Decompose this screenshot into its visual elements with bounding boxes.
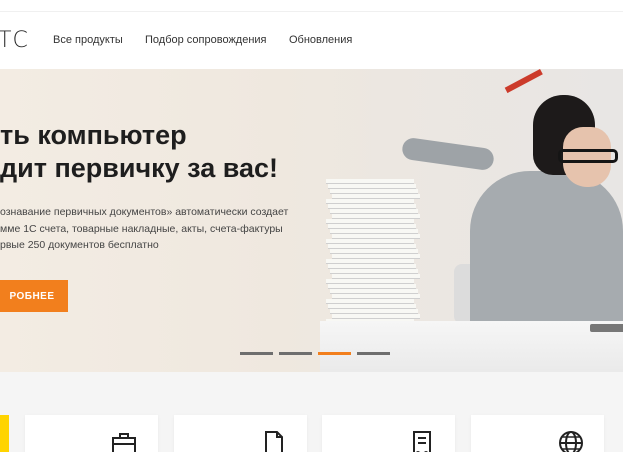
product-card-4[interactable] [471,415,604,452]
hero-banner: ть компьютер дит первичку за вас! ознава… [0,69,623,372]
site-header: ТС Все продукты Подбор сопровождения Обн… [0,12,623,69]
slider-dots [240,352,390,355]
yellow-tab[interactable] [0,415,9,452]
red-stripe [504,69,543,94]
learn-more-button[interactable]: РОБНЕЕ [0,280,68,312]
slider-dot-3[interactable] [318,352,351,355]
receipt-icon [408,429,436,452]
hero-image [320,69,623,372]
briefcase-icon [110,429,138,452]
nav-all-products[interactable]: Все продукты [53,34,123,46]
logo[interactable]: ТС [0,28,29,53]
nav-updates[interactable]: Обновления [289,34,352,46]
woman-arm [400,136,496,172]
top-strip [0,0,623,12]
document-icon [260,429,288,452]
glasses [558,149,618,163]
globe-icon [557,429,585,452]
hero-description: ознавание первичных документов» автомати… [0,206,289,251]
nav-support-selection[interactable]: Подбор сопровождения [145,34,267,46]
hero-title: ть компьютер дит первичку за вас! [0,120,279,183]
slider-dot-4[interactable] [357,352,390,355]
laptop [590,324,623,332]
product-card-1[interactable] [25,415,158,452]
product-cards [0,372,623,452]
slider-dot-1[interactable] [240,352,273,355]
slider-dot-2[interactable] [279,352,312,355]
product-card-2[interactable] [174,415,307,452]
product-card-3[interactable] [322,415,455,452]
desk [320,321,623,372]
woman-figure [470,171,623,321]
